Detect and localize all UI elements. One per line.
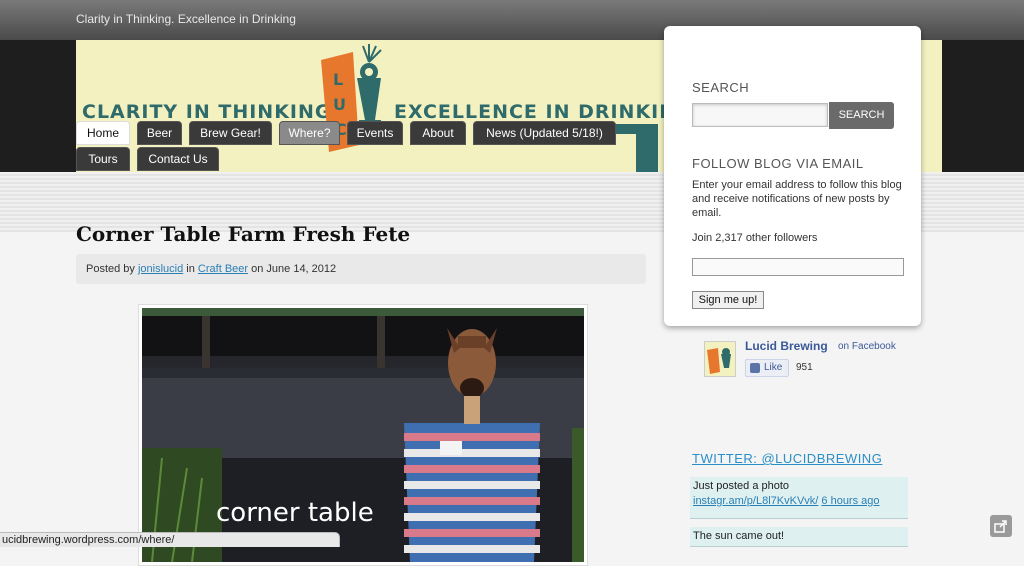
in-label: in — [186, 263, 195, 275]
facebook-like-button[interactable]: Like — [745, 359, 789, 377]
tweet-text: Just posted a photo — [693, 480, 790, 492]
twitter-heading[interactable]: TWITTER: @LUCIDBREWING — [692, 451, 882, 466]
author-link[interactable]: jonislucid — [138, 263, 183, 275]
email-field[interactable] — [692, 258, 904, 276]
sidebar-card: SEARCH SEARCH FOLLOW BLOG VIA EMAIL Ente… — [664, 26, 921, 326]
person-figure — [404, 423, 540, 562]
search-input[interactable] — [692, 103, 828, 127]
nav-where[interactable]: Where? — [279, 121, 340, 145]
facebook-page-link[interactable]: Lucid Brewing — [745, 339, 828, 353]
nav-news[interactable]: News (Updated 5/18!) — [473, 121, 616, 145]
lucid-logo-thumb[interactable] — [704, 341, 736, 377]
nav-contact-us[interactable]: Contact Us — [137, 147, 219, 171]
category-link[interactable]: Craft Beer — [198, 263, 248, 275]
like-label: Like — [764, 362, 783, 373]
nav-brew-gear[interactable]: Brew Gear! — [189, 121, 272, 145]
posted-by-label: Posted by — [86, 263, 135, 275]
nav-home[interactable]: Home — [76, 121, 130, 145]
tweet-item: Just posted a photo instagr.am/p/L8l7KvK… — [690, 477, 908, 519]
signup-button[interactable]: Sign me up! — [692, 291, 764, 309]
thumbs-up-icon — [750, 363, 760, 373]
post-meta: Posted by jonislucid in Craft Beer on Ju… — [76, 254, 646, 284]
search-button[interactable]: SEARCH — [829, 102, 894, 129]
tweet-text: The sun came out! — [693, 530, 785, 542]
search-heading: SEARCH — [692, 80, 750, 95]
facebook-on-label[interactable]: on Facebook — [838, 341, 896, 352]
banner-slogan-left: CLARITY IN THINKING — [82, 101, 332, 123]
tweet-time[interactable]: 6 hours ago — [821, 495, 879, 507]
like-count: 951 — [796, 362, 813, 373]
svg-text:U: U — [333, 95, 346, 114]
followers-count: Join 2,317 other followers — [692, 232, 818, 244]
post-date: on June 14, 2012 — [251, 263, 337, 275]
share-icon — [994, 520, 1007, 533]
tweet-item: The sun came out! — [690, 527, 908, 547]
photo-caption: corner table — [216, 498, 374, 528]
share-button[interactable] — [990, 515, 1012, 537]
site-tagline: Clarity in Thinking. Excellence in Drink… — [76, 12, 296, 26]
nav-about[interactable]: About — [410, 121, 466, 145]
facebook-widget: Lucid Brewing on Facebook Like 951 — [704, 337, 914, 381]
post-title[interactable]: Corner Table Farm Fresh Fete — [76, 222, 410, 246]
nav-events[interactable]: Events — [347, 121, 403, 145]
banner-slogan-right: EXCELLENCE IN DRINKING — [394, 101, 693, 123]
post-photo[interactable]: corner table — [142, 308, 584, 562]
tweet-link[interactable]: instagr.am/p/L8l7KvKVvk/ — [693, 495, 818, 507]
svg-text:L: L — [333, 70, 343, 89]
nav-beer[interactable]: Beer — [137, 121, 182, 145]
nav-tours[interactable]: Tours — [76, 147, 130, 171]
post-photo-frame: corner table — [138, 304, 588, 566]
browser-status-bar: ucidbrewing.wordpress.com/where/ — [0, 532, 340, 547]
follow-heading: FOLLOW BLOG VIA EMAIL — [692, 156, 864, 171]
follow-description: Enter your email address to follow this … — [692, 179, 902, 219]
banner-decoration — [636, 124, 658, 172]
